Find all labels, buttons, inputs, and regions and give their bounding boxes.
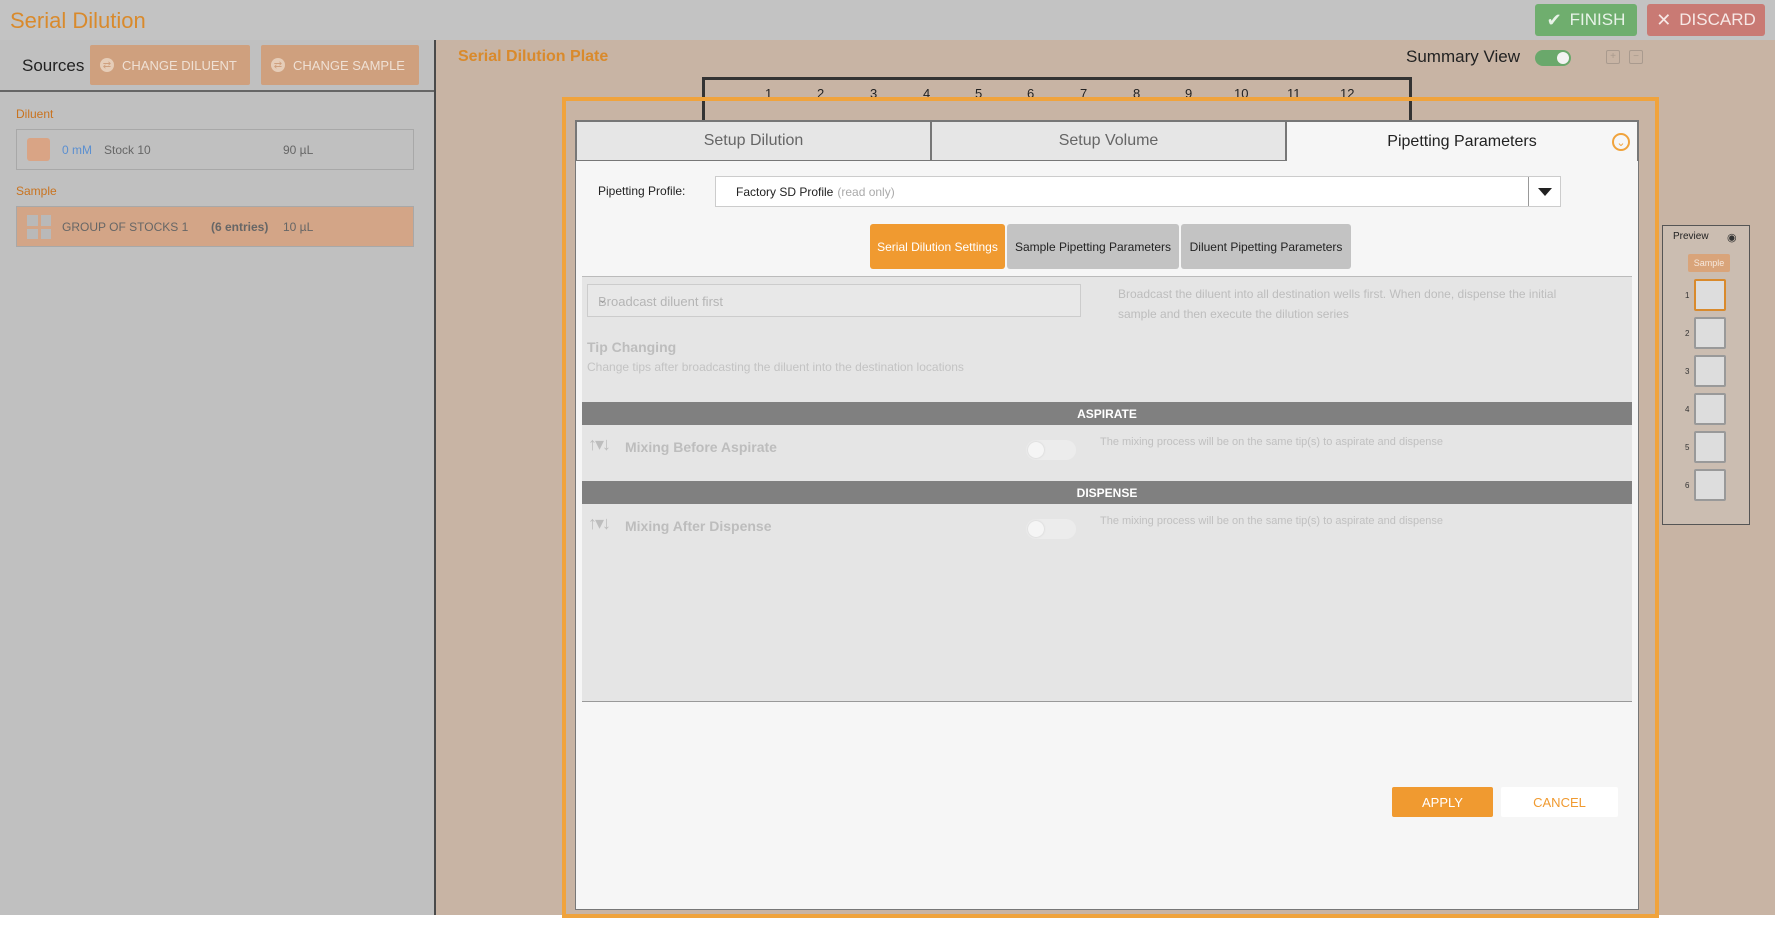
sources-label: Sources: [22, 56, 85, 75]
pipetting-profile-select[interactable]: Factory SD Profile (read only): [715, 176, 1561, 207]
preview-item[interactable]: 2: [1663, 317, 1751, 351]
swap-icon: ⇄: [100, 58, 114, 72]
aspirate-header: ASPIRATE: [582, 402, 1632, 425]
sample-entries: (6 entries): [211, 220, 269, 234]
group-grid-icon: [27, 215, 51, 239]
finish-label: FINISH: [1569, 10, 1626, 29]
profile-readonly-note: (read only): [837, 185, 895, 199]
diluent-row[interactable]: 0 mM Stock 10 90 µL: [16, 129, 414, 170]
plate-thumbnail: [1694, 355, 1726, 387]
mixing-after-dispense-label: Mixing After Dispense: [625, 518, 772, 534]
cancel-button[interactable]: CANCEL: [1501, 787, 1618, 817]
discard-label: DISCARD: [1679, 10, 1756, 29]
check-icon: ✔: [1546, 10, 1562, 30]
broadcast-diluent-select[interactable]: Broadcast diluent first ⌄: [587, 284, 1081, 317]
mixing-after-dispense-description: The mixing process will be on the same t…: [1100, 515, 1444, 527]
plate-thumbnail: [1694, 431, 1726, 463]
preview-item[interactable]: 4: [1663, 393, 1751, 427]
mixing-after-dispense-toggle[interactable]: [1026, 519, 1076, 539]
change-diluent-label: CHANGE DILUENT: [122, 57, 237, 73]
broadcast-description: Broadcast the diluent into all destinati…: [1118, 287, 1557, 321]
diluent-name: Stock 10: [104, 143, 151, 157]
diluent-volume: 90 µL: [283, 143, 314, 157]
dialog-tabs: Setup Dilution Setup Volume Pipetting Pa…: [576, 121, 1638, 161]
diluent-color-swatch: [27, 138, 50, 161]
change-diluent-button[interactable]: ⇄ CHANGE DILUENT: [90, 45, 250, 85]
summary-view-label: Summary View: [1406, 47, 1520, 66]
preview-item-number: 2: [1685, 329, 1690, 338]
sources-toolbar: Sources ⇄ CHANGE DILUENT ⇄ CHANGE SAMPLE: [0, 40, 434, 92]
subtab-sample-pipetting-parameters[interactable]: Sample Pipetting Parameters: [1007, 224, 1179, 269]
tab-setup-volume[interactable]: Setup Volume: [931, 121, 1286, 161]
mixing-before-aspirate-description: The mixing process will be on the same t…: [1100, 436, 1444, 448]
preview-item[interactable]: 3: [1663, 355, 1751, 389]
dropdown-caret-icon[interactable]: [1528, 177, 1560, 206]
plate-thumbnail: [1694, 393, 1726, 425]
diluent-concentration: 0 mM: [62, 143, 92, 157]
swap-icon: ⇄: [271, 58, 285, 72]
preview-item[interactable]: 5: [1663, 431, 1751, 465]
mixing-before-aspirate-toggle[interactable]: [1026, 440, 1076, 460]
apply-button[interactable]: APPLY: [1392, 787, 1493, 817]
plate-thumbnail: [1694, 279, 1726, 311]
pipetting-dialog: Setup Dilution Setup Volume Pipetting Pa…: [575, 120, 1639, 910]
chevron-down-icon[interactable]: ⌄: [1612, 133, 1630, 151]
tip-changing-title: Tip Changing: [587, 339, 677, 355]
change-sample-button[interactable]: ⇄ CHANGE SAMPLE: [261, 45, 419, 85]
mixing-before-aspirate-row: ↑▾↓ Mixing Before Aspirate The mixing pr…: [582, 426, 1632, 466]
pipetting-profile-label: Pipetting Profile:: [598, 184, 686, 198]
subtab-serial-dilution-settings[interactable]: Serial Dilution Settings: [870, 224, 1005, 269]
chevron-down-icon: ⌄: [598, 294, 608, 306]
plate-thumbnail: [1694, 317, 1726, 349]
sample-volume: 10 µL: [283, 220, 314, 234]
plate-title: Serial Dilution Plate: [458, 48, 609, 65]
app-title: Serial Dilution: [10, 8, 146, 33]
tab-setup-dilution[interactable]: Setup Dilution: [576, 121, 931, 161]
plate-thumbnail: [1694, 469, 1726, 501]
settings-panel: Broadcast diluent first ⌄ Broadcast the …: [582, 276, 1632, 702]
sample-row[interactable]: GROUP OF STOCKS 1 (6 entries) 10 µL: [16, 206, 414, 247]
dispense-header: DISPENSE: [582, 481, 1632, 504]
preview-item-number: 1: [1685, 291, 1690, 300]
discard-button[interactable]: ✕ DISCARD: [1647, 4, 1765, 36]
subtab-diluent-pipetting-parameters[interactable]: Diluent Pipetting Parameters: [1181, 224, 1351, 269]
preview-item[interactable]: 6: [1663, 469, 1751, 503]
sample-section-label: Sample: [16, 184, 57, 198]
sample-name: GROUP OF STOCKS 1: [62, 220, 189, 234]
app-header: Serial Dilution ✔ FINISH ✕ DISCARD: [0, 0, 1775, 40]
preview-item[interactable]: 1: [1663, 279, 1751, 313]
diluent-section-label: Diluent: [16, 107, 54, 121]
mixing-icon: ↑▾↓: [588, 434, 611, 454]
preview-sample-button[interactable]: Sample: [1688, 254, 1730, 272]
preview-panel: Preview ◉ Sample 1 2 3 4 5 6: [1662, 225, 1750, 525]
tab-pipetting-parameters[interactable]: Pipetting Parameters: [1286, 121, 1638, 161]
mixing-after-dispense-row: ↑▾↓ Mixing After Dispense The mixing pro…: [582, 505, 1632, 545]
preview-item-number: 3: [1685, 367, 1690, 376]
preview-item-number: 4: [1685, 405, 1690, 414]
profile-value: Factory SD Profile: [736, 185, 834, 199]
finish-button[interactable]: ✔ FINISH: [1535, 4, 1637, 36]
mixing-before-aspirate-label: Mixing Before Aspirate: [625, 439, 777, 455]
preview-item-number: 5: [1685, 443, 1690, 452]
preview-item-number: 6: [1685, 481, 1690, 490]
tip-changing-description: Change tips after broadcasting the dilue…: [587, 360, 964, 374]
zoom-in-icon[interactable]: +: [1606, 50, 1620, 64]
eye-icon[interactable]: ◉: [1727, 231, 1737, 244]
preview-label: Preview: [1673, 231, 1709, 242]
zoom-out-icon[interactable]: −: [1629, 50, 1643, 64]
sources-panel: Sources ⇄ CHANGE DILUENT ⇄ CHANGE SAMPLE…: [0, 40, 436, 915]
summary-view-toggle[interactable]: [1535, 50, 1571, 66]
mixing-icon: ↑▾↓: [588, 513, 611, 533]
close-icon: ✕: [1656, 10, 1672, 30]
change-sample-label: CHANGE SAMPLE: [293, 57, 405, 73]
